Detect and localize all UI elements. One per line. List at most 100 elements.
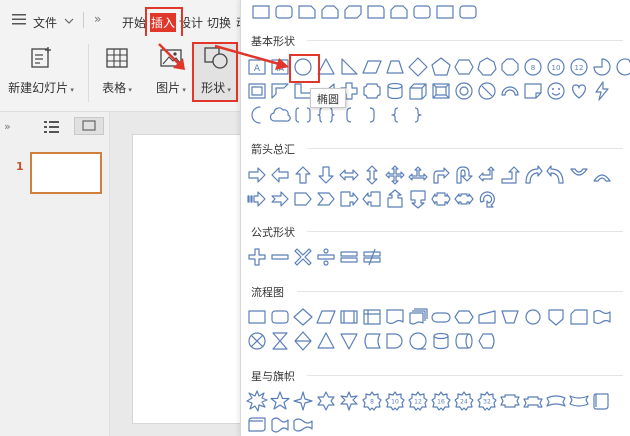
shape-flowchart-off-page-connector-icon[interactable] [545, 306, 567, 328]
table-button[interactable]: 表格 ▾ [96, 46, 138, 96]
shape-division-sign-icon[interactable] [315, 246, 337, 268]
tab-transition[interactable]: 切换 [207, 14, 231, 31]
shape-sixteen-point-star-icon[interactable]: 16 [430, 390, 452, 412]
shape-flowchart-terminator-icon[interactable] [430, 306, 452, 328]
shape-curved-down-ribbon-icon[interactable] [568, 390, 590, 412]
shape-flowchart-magnetic-disk-icon[interactable] [430, 330, 452, 352]
shape-thirty-two-point-star-icon[interactable]: 32 [476, 390, 498, 412]
shape-snip-round-rectangle-icon[interactable] [388, 1, 410, 23]
shape-snip-corner-rectangle-icon[interactable] [296, 1, 318, 23]
shape-no-symbol-icon[interactable] [476, 80, 498, 102]
shape-quad-arrow-icon[interactable] [384, 164, 406, 186]
shape-flowchart-preparation-icon[interactable] [453, 306, 475, 328]
more-tabs-chevron-icon[interactable]: » [94, 12, 101, 26]
shape-explosion-icon[interactable] [246, 390, 268, 412]
shape-frame-icon[interactable] [246, 80, 268, 102]
chevron-down-icon[interactable] [64, 15, 74, 29]
shape-block-arc-icon[interactable] [499, 80, 521, 102]
shape-diamond-icon[interactable] [407, 56, 429, 78]
shape-left-right-arrow-callout-icon[interactable] [430, 188, 452, 210]
shape-cloud-icon[interactable] [269, 104, 291, 126]
shape-can-icon[interactable] [384, 80, 406, 102]
shape-rounded-rectangle-2-icon[interactable] [457, 1, 479, 23]
shape-equal-sign-icon[interactable] [338, 246, 360, 268]
shape-folded-corner-icon[interactable] [522, 80, 544, 102]
new-slide-button[interactable]: 新建幻灯片 ▾ [6, 46, 76, 96]
shape-plus-sign-icon[interactable] [246, 246, 268, 268]
shape-round-diagonal-rectangle-icon[interactable] [434, 1, 456, 23]
slide-thumbnail[interactable] [30, 152, 102, 194]
shape-striped-right-arrow-icon[interactable] [246, 188, 268, 210]
shape-flowchart-manual-input-icon[interactable] [476, 306, 498, 328]
shape-twelve-point-star-icon[interactable]: 12 [407, 390, 429, 412]
shape-snip-same-side-rectangle-icon[interactable] [319, 1, 341, 23]
shape-circular-arrow-icon[interactable] [476, 188, 498, 210]
shape-left-arrow-callout-icon[interactable] [361, 188, 383, 210]
shape-eight-point-star-icon[interactable]: 8 [361, 390, 383, 412]
shape-rectangle-icon[interactable] [250, 1, 272, 23]
shape-flowchart-sort-icon[interactable] [292, 330, 314, 352]
shape-flowchart-collate-icon[interactable] [269, 330, 291, 352]
shape-moon-icon[interactable] [246, 104, 268, 126]
shape-bevel-icon[interactable] [430, 80, 452, 102]
shape-right-arrow-callout-icon[interactable] [338, 188, 360, 210]
shape-wave-icon[interactable] [269, 414, 291, 436]
shape-left-right-up-arrow-icon[interactable] [407, 164, 429, 186]
shape-hexagon-icon[interactable] [453, 56, 475, 78]
shape-u-turn-arrow-icon[interactable] [453, 164, 475, 186]
shape-flowchart-card-icon[interactable] [568, 306, 590, 328]
shape-flowchart-data-icon[interactable] [315, 306, 337, 328]
shape-chord-icon[interactable] [614, 56, 630, 78]
shape-flowchart-alternate-process-icon[interactable] [269, 306, 291, 328]
shape-decagon-icon[interactable]: 8 [522, 56, 544, 78]
shape-curved-up-ribbon-icon[interactable] [545, 390, 567, 412]
shape-curved-up-arrow-icon[interactable] [568, 164, 590, 186]
shape-left-up-arrow-icon[interactable] [476, 164, 498, 186]
collapse-panel-icon[interactable]: » [4, 120, 11, 133]
shape-pentagon-arrow-icon[interactable] [292, 188, 314, 210]
shape-right-triangle-icon[interactable] [338, 56, 360, 78]
shape-twenty-four-point-star-icon[interactable]: 24 [453, 390, 475, 412]
shape-round-same-side-rectangle-icon[interactable] [411, 1, 433, 23]
shape-flowchart-display-icon[interactable] [476, 330, 498, 352]
shape-flowchart-predefined-process-icon[interactable] [338, 306, 360, 328]
shape-smiley-face-icon[interactable] [545, 80, 567, 102]
shape-quad-arrow-callout-icon[interactable] [453, 188, 475, 210]
shape-flowchart-sequential-access-icon[interactable] [407, 330, 429, 352]
shape-round-corner-rectangle-icon[interactable] [365, 1, 387, 23]
shape-pentagon-icon[interactable] [430, 56, 452, 78]
shape-cube-icon[interactable] [407, 80, 429, 102]
shape-flowchart-decision-icon[interactable] [292, 306, 314, 328]
shape-curved-down-arrow-icon[interactable] [591, 164, 613, 186]
shape-right-arrow-icon[interactable] [246, 164, 268, 186]
shape-octagon-icon[interactable] [499, 56, 521, 78]
shape-flowchart-extract-icon[interactable] [315, 330, 337, 352]
shape-right-brace-icon[interactable] [407, 104, 429, 126]
shape-pie-icon[interactable] [591, 56, 613, 78]
shape-down-arrow-callout-icon[interactable] [407, 188, 429, 210]
shape-curved-left-arrow-icon[interactable] [545, 164, 567, 186]
shape-heart-icon[interactable] [568, 80, 590, 102]
shape-flowchart-delay-icon[interactable] [384, 330, 406, 352]
shape-up-down-arrow-icon[interactable] [361, 164, 383, 186]
shape-down-ribbon-icon[interactable] [499, 390, 521, 412]
shape-flowchart-internal-storage-icon[interactable] [361, 306, 383, 328]
shape-bent-arrow-icon[interactable] [430, 164, 452, 186]
shape-up-ribbon-icon[interactable] [522, 390, 544, 412]
shape-left-brace-icon[interactable] [384, 104, 406, 126]
shape-left-right-arrow-icon[interactable] [338, 164, 360, 186]
shape-lightning-bolt-icon[interactable] [591, 80, 613, 102]
shape-six-point-star-icon[interactable] [315, 390, 337, 412]
shape-plaque-icon[interactable] [361, 80, 383, 102]
shape-flowchart-direct-access-icon[interactable] [453, 330, 475, 352]
shape-five-point-star-icon[interactable] [269, 390, 291, 412]
shape-minus-sign-icon[interactable] [269, 246, 291, 268]
shape-flowchart-merge-icon[interactable] [338, 330, 360, 352]
shape-notched-right-arrow-icon[interactable] [269, 188, 291, 210]
shape-dodecagon-icon[interactable]: 10 [545, 56, 567, 78]
shape-dodecagon-2-icon[interactable]: 12 [568, 56, 590, 78]
outline-view-icon[interactable] [44, 120, 60, 137]
shape-flowchart-punched-tape-icon[interactable] [591, 306, 613, 328]
shape-up-arrow-callout-icon[interactable] [384, 188, 406, 210]
shape-snip-diagonal-rectangle-icon[interactable] [342, 1, 364, 23]
